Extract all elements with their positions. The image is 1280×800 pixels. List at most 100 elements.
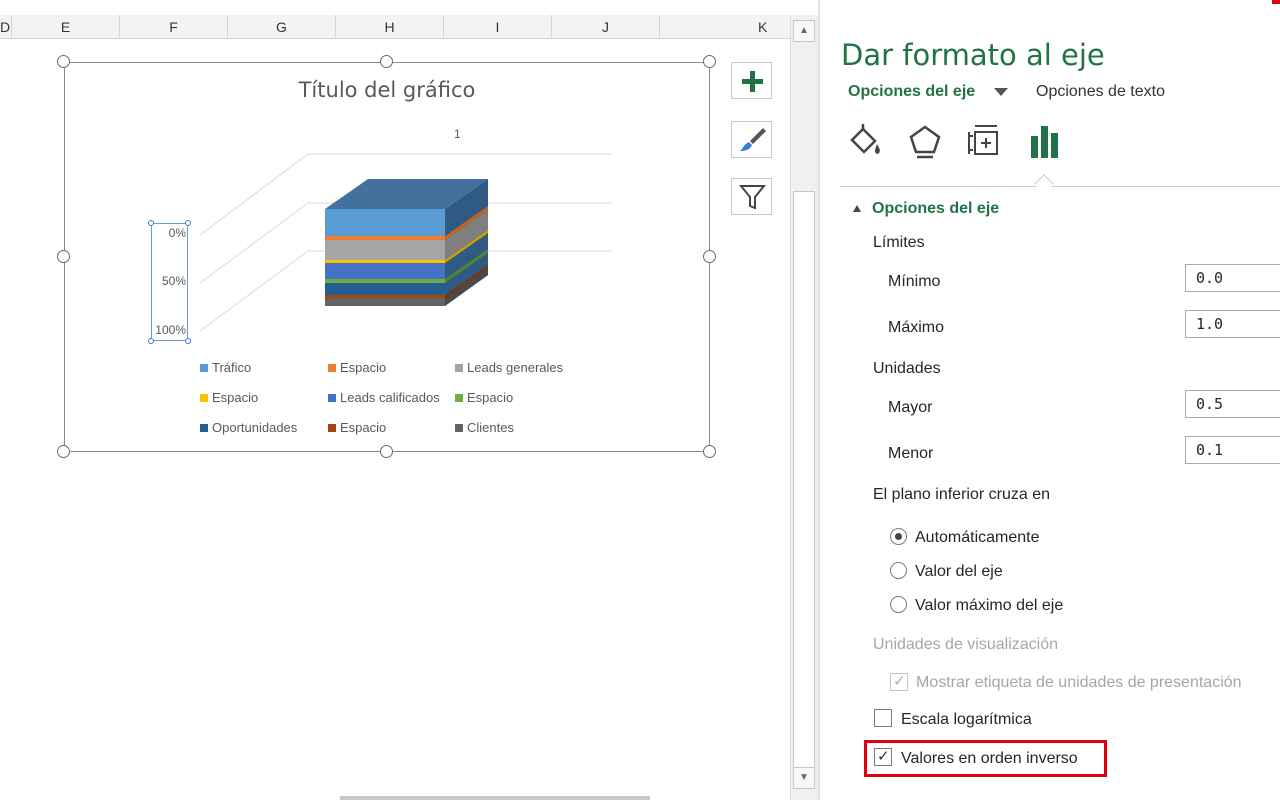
resize-handle-right[interactable] xyxy=(703,250,716,263)
legend-entry[interactable]: Espacio xyxy=(200,390,258,405)
formula-area-edge xyxy=(0,0,790,15)
axis-tick-label: 0% xyxy=(168,226,186,240)
column-header-i[interactable]: I xyxy=(444,15,552,39)
column-front-face xyxy=(325,209,445,306)
scroll-up-button[interactable]: ▲ xyxy=(793,20,815,42)
major-label: Mayor xyxy=(888,399,933,416)
legend-swatch xyxy=(328,424,336,432)
column-header-e[interactable]: E xyxy=(12,15,120,39)
radio-max-axis-value[interactable] xyxy=(890,596,907,613)
display-units-label: Unidades de visualización xyxy=(873,636,1058,653)
reverse-order-checkbox[interactable] xyxy=(874,747,892,766)
filter-icon xyxy=(738,185,767,210)
size-properties-icon[interactable] xyxy=(966,122,1004,162)
minor-label: Menor xyxy=(888,445,934,462)
resize-handle-left[interactable] xyxy=(57,250,70,263)
chevron-down-icon[interactable] xyxy=(994,88,1008,96)
log-scale-label[interactable]: Escala logarítmica xyxy=(901,711,1032,729)
legend-label: Oportunidades xyxy=(212,420,298,435)
effects-icon[interactable] xyxy=(906,122,944,162)
column-header-k[interactable]: K xyxy=(660,15,790,39)
legend-entry[interactable]: Leads calificados xyxy=(328,390,440,405)
excel-window: D E F G H I J K Título del gráfico 1 0% … xyxy=(0,0,1280,800)
tab-underline xyxy=(840,186,1280,187)
plot-area[interactable] xyxy=(190,140,620,340)
radio-automatic-label[interactable]: Automáticamente xyxy=(915,529,1040,547)
fill-line-icon[interactable] xyxy=(846,122,884,162)
column-header-g[interactable]: G xyxy=(228,15,336,39)
worksheet-area[interactable]: D E F G H I J K Título del gráfico 1 0% … xyxy=(0,0,790,800)
tab-axis-options[interactable]: Opciones del eje xyxy=(848,83,975,101)
plus-icon xyxy=(742,71,763,92)
format-axis-pane: Dar formato al eje Opciones del eje Opci… xyxy=(820,0,1280,800)
section-axis-options[interactable]: Opciones del eje xyxy=(872,200,999,218)
chart-elements-button[interactable] xyxy=(731,62,772,99)
segment-espacio-2 xyxy=(325,260,445,263)
resize-handle-bottom-left[interactable] xyxy=(57,445,70,458)
column-header-f[interactable]: F xyxy=(120,15,228,39)
legend-label: Leads generales xyxy=(467,360,564,375)
column-header-h[interactable]: H xyxy=(336,15,444,39)
segment-leads-generales xyxy=(325,240,445,260)
tab-text-options[interactable]: Opciones de texto xyxy=(1036,83,1165,101)
chart-filters-button[interactable] xyxy=(731,178,772,215)
legend-entry[interactable]: Clientes xyxy=(455,420,514,435)
legend-entry[interactable]: Tráfico xyxy=(200,360,251,375)
resize-handle-top-right[interactable] xyxy=(703,55,716,68)
maximum-input[interactable]: 1.0 xyxy=(1185,310,1280,338)
chart-styles-button[interactable] xyxy=(731,121,772,158)
radio-axis-value-label[interactable]: Valor del eje xyxy=(915,563,1003,581)
resize-handle-bottom[interactable] xyxy=(380,445,393,458)
corner-marker xyxy=(1272,0,1280,4)
legend-label: Clientes xyxy=(467,420,514,435)
resize-handle-bottom-right[interactable] xyxy=(703,445,716,458)
major-unit-input[interactable]: 0.5 xyxy=(1185,390,1280,418)
units-heading: Unidades xyxy=(873,360,941,377)
legend-label: Espacio xyxy=(212,390,259,405)
axis-selection-handle[interactable] xyxy=(185,338,191,344)
legend-entry[interactable]: Oportunidades xyxy=(200,420,297,435)
maximum-label: Máximo xyxy=(888,319,945,336)
column-header-d[interactable]: D xyxy=(0,15,12,39)
floor-crosses-heading: El plano inferior cruza en xyxy=(873,486,1050,503)
segment-clientes xyxy=(325,298,445,306)
legend-swatch xyxy=(200,364,208,372)
collapse-triangle-icon[interactable] xyxy=(853,205,861,212)
legend-label: Espacio xyxy=(340,420,387,435)
legend-swatch xyxy=(200,394,208,402)
legend-swatch xyxy=(455,394,463,402)
resize-handle-top-left[interactable] xyxy=(57,55,70,68)
legend-entry[interactable]: Leads generales xyxy=(455,360,563,375)
chart-title[interactable]: Título del gráfico xyxy=(64,78,710,102)
log-scale-checkbox[interactable] xyxy=(874,709,892,727)
scroll-down-button[interactable]: ▼ xyxy=(793,767,815,789)
resize-handle-top[interactable] xyxy=(380,55,393,68)
minimum-input[interactable]: 0.0 xyxy=(1185,264,1280,292)
pane-title: Dar formato al eje xyxy=(841,38,1105,72)
segment-espacio-4 xyxy=(325,295,445,298)
radio-automatic[interactable] xyxy=(890,528,907,545)
radio-max-axis-value-label[interactable]: Valor máximo del eje xyxy=(915,597,1063,615)
axis-selection-handle[interactable] xyxy=(148,338,154,344)
horizontal-scrollbar[interactable] xyxy=(340,796,650,800)
axis-options-icon[interactable] xyxy=(1026,122,1064,162)
axis-tick-label: 50% xyxy=(161,274,186,288)
column-header-j[interactable]: J xyxy=(552,15,660,39)
radio-axis-value[interactable] xyxy=(890,562,907,579)
legend-swatch xyxy=(455,364,463,372)
segment-espacio-1 xyxy=(325,236,445,240)
legend-swatch xyxy=(200,424,208,432)
legend-entry[interactable]: Espacio xyxy=(328,360,386,375)
legend-swatch xyxy=(455,424,463,432)
legend-swatch xyxy=(328,364,336,372)
vertical-scrollbar[interactable]: ▲ ▼ xyxy=(790,15,818,800)
segment-trafico xyxy=(325,209,445,236)
reverse-order-label[interactable]: Valores en orden inverso xyxy=(901,750,1078,768)
legend-entry[interactable]: Espacio xyxy=(328,420,386,435)
axis-tick-label: 100% xyxy=(155,323,186,337)
category-label[interactable]: 1 xyxy=(454,127,461,141)
legend-entry[interactable]: Espacio xyxy=(455,390,513,405)
scrollbar-thumb[interactable] xyxy=(793,191,815,776)
minimum-label: Mínimo xyxy=(888,273,941,290)
minor-unit-input[interactable]: 0.1 xyxy=(1185,436,1280,464)
